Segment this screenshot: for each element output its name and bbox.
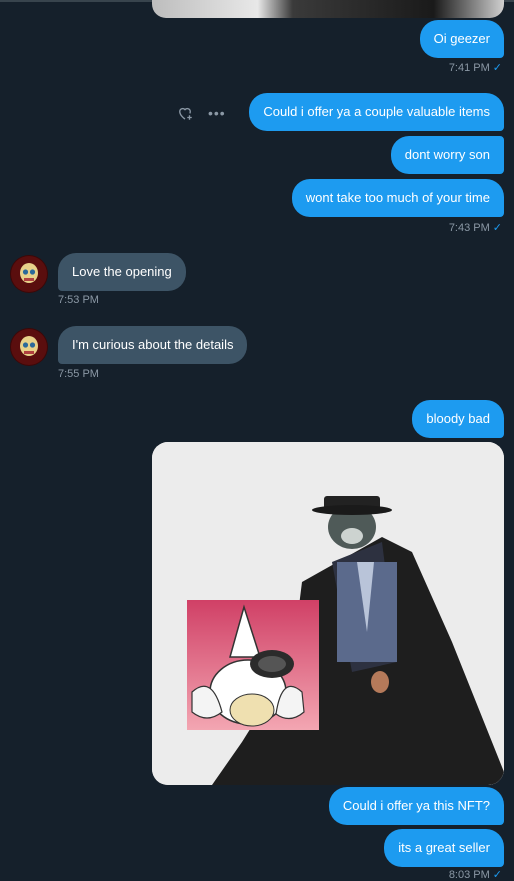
- message-bubble[interactable]: wont take too much of your time: [291, 179, 504, 217]
- message-bubble[interactable]: Love the opening: [58, 253, 186, 291]
- timestamp: 8:03 PM ✓: [449, 868, 502, 881]
- timestamp-text: 7:43 PM: [448, 222, 490, 234]
- message-bubble[interactable]: its a great seller: [384, 829, 504, 867]
- message-image[interactable]: [152, 442, 504, 785]
- timestamp: 7:41 PM ✓: [449, 61, 502, 74]
- message-text: Oi geezer: [433, 31, 490, 46]
- message-text: dont worry son: [404, 147, 490, 162]
- message-text: Could i offer ya this NFT?: [342, 798, 490, 813]
- message-text: bloody bad: [426, 411, 490, 426]
- previous-image[interactable]: [152, 0, 504, 18]
- check-icon: ✓: [492, 222, 502, 234]
- avatar[interactable]: [10, 328, 48, 366]
- avatar[interactable]: [10, 255, 48, 293]
- timestamp-text: 7:41 PM: [448, 62, 490, 74]
- message-text: its a great seller: [398, 840, 490, 855]
- message-bubble[interactable]: Oi geezer: [419, 20, 504, 58]
- message-bubble[interactable]: I'm curious about the details: [58, 326, 248, 364]
- message-bubble[interactable]: Could i offer ya a couple valuable items: [249, 93, 504, 131]
- message-bubble[interactable]: bloody bad: [412, 400, 504, 438]
- message-text: wont take too much of your time: [305, 190, 490, 205]
- message-text: Could i offer ya a couple valuable items: [263, 104, 490, 119]
- timestamp-text: 7:55 PM: [58, 368, 99, 380]
- more-icon[interactable]: •••: [208, 104, 226, 125]
- check-icon: ✓: [492, 62, 502, 74]
- message-actions: •••: [176, 104, 226, 125]
- timestamp: 7:43 PM ✓: [449, 221, 502, 234]
- message-text: Love the opening: [72, 264, 172, 279]
- heart-plus-icon[interactable]: [176, 104, 194, 125]
- timestamp-text: 7:53 PM: [58, 294, 99, 306]
- message-bubble[interactable]: Could i offer ya this NFT?: [328, 787, 504, 825]
- message-text: I'm curious about the details: [72, 337, 234, 352]
- timestamp-text: 8:03 PM: [448, 869, 490, 881]
- message-bubble[interactable]: dont worry son: [390, 136, 504, 174]
- check-icon: ✓: [492, 869, 502, 881]
- timestamp: 7:53 PM: [58, 294, 99, 306]
- timestamp: 7:55 PM: [58, 368, 99, 380]
